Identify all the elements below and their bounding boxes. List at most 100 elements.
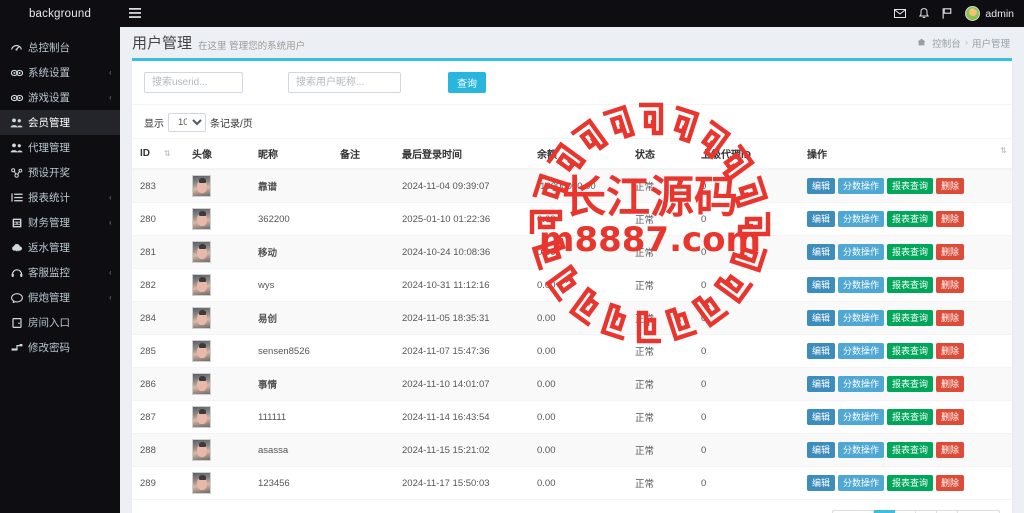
column-header-8[interactable]: 上级代理ID (693, 138, 799, 170)
cell-note (332, 466, 394, 499)
edit-button[interactable]: 编辑 (807, 177, 836, 195)
edit-button[interactable]: 编辑 (807, 243, 836, 261)
sort-icon[interactable]: ⇅ (164, 149, 171, 158)
bell-icon[interactable] (919, 8, 930, 19)
delete-button[interactable]: 删除 (936, 309, 965, 327)
score-button[interactable]: 分数操作 (838, 342, 885, 360)
score-button[interactable]: 分数操作 (838, 474, 885, 492)
cell-balance: 0.00 (529, 301, 627, 335)
score-button[interactable]: 分数操作 (838, 276, 885, 294)
page-length-select[interactable]: 102550100 (168, 113, 206, 132)
cell-status: 正常 (627, 168, 693, 203)
sidebar-item-1[interactable]: 总控制台 (0, 35, 120, 60)
mail-icon[interactable] (894, 9, 907, 18)
cell-nickname: 111111 (250, 400, 332, 434)
gamepad-icon (10, 92, 23, 104)
report-button[interactable]: 报表查询 (887, 474, 934, 492)
sidebar-item-12[interactable]: 房间入口 (0, 310, 120, 335)
edit-button[interactable]: 编辑 (807, 309, 836, 327)
score-button[interactable]: 分数操作 (838, 177, 885, 195)
delete-button[interactable]: 删除 (936, 276, 965, 294)
report-button[interactable]: 报表查询 (887, 375, 934, 393)
home-icon (917, 38, 926, 48)
breadcrumb-home[interactable]: 控制台 (932, 36, 961, 50)
sidebar-item-2[interactable]: 系统设置 ‹ (0, 60, 120, 85)
edit-button[interactable]: 编辑 (807, 276, 836, 294)
sidebar-item-3[interactable]: 游戏设置 ‹ (0, 85, 120, 110)
action-button-group: 编辑 分数操作 报表查询 删除 (807, 309, 1006, 327)
page-subtitle: 在这里 管理您的系统用户 (198, 40, 306, 52)
cell-parent-agent: 0 (693, 301, 799, 335)
column-header-label: 状态 (635, 150, 655, 161)
admin-dashboard: background 总控制台 系统设置 ‹ 游戏设置 ‹ 会员管理 代理管理 预设开奖 报表统… (0, 0, 1024, 513)
edit-button[interactable]: 编辑 (807, 474, 836, 492)
sidebar-item-7[interactable]: 报表统计 ‹ (0, 185, 120, 210)
cell-last-login: 2024-11-07 15:47:36 (394, 334, 529, 368)
column-header-3[interactable]: 昵称 (250, 138, 332, 170)
cell-balance: 0.00 (529, 202, 627, 236)
cell-note (332, 301, 394, 335)
sidebar-item-13[interactable]: 修改密码 (0, 335, 120, 360)
delete-button[interactable]: 删除 (936, 177, 965, 195)
delete-button[interactable]: 删除 (936, 243, 965, 261)
sidebar-item-5[interactable]: 代理管理 (0, 135, 120, 160)
report-button[interactable]: 报表查询 (887, 243, 934, 261)
delete-button[interactable]: 删除 (936, 342, 965, 360)
score-button[interactable]: 分数操作 (838, 441, 885, 459)
flag-icon[interactable] (942, 8, 952, 19)
report-button[interactable]: 报表查询 (887, 177, 934, 195)
search-nickname-input[interactable] (288, 72, 401, 93)
report-button[interactable]: 报表查询 (887, 441, 934, 459)
menu-toggle-icon[interactable] (129, 7, 141, 20)
column-header-9[interactable]: 操作 ⇅ (799, 138, 1012, 170)
edit-button[interactable]: 编辑 (807, 375, 836, 393)
user-menu[interactable]: admin (965, 6, 1014, 21)
edit-button[interactable]: 编辑 (807, 441, 836, 459)
sidebar-item-8[interactable]: 财务管理 ‹ (0, 210, 120, 235)
score-button[interactable]: 分数操作 (838, 375, 885, 393)
sidebar-item-6[interactable]: 预设开奖 (0, 160, 120, 185)
delete-button[interactable]: 删除 (936, 375, 965, 393)
table-row: 280 362200 2025-01-10 01:22:36 0.00 正常 0 编辑 分数操… (132, 202, 1012, 236)
report-button[interactable]: 报表查询 (887, 309, 934, 327)
query-button[interactable]: 查询 (448, 72, 486, 93)
sort-icon[interactable]: ⇅ (1000, 146, 1007, 155)
delete-button[interactable]: 删除 (936, 210, 965, 228)
score-button[interactable]: 分数操作 (838, 408, 885, 426)
cloud-icon (10, 242, 23, 254)
cell-nickname: wys (250, 268, 332, 302)
edit-button[interactable]: 编辑 (807, 342, 836, 360)
table-row: 289 123456 2024-11-17 15:50:03 0.00 正常 0 编辑 分数操… (132, 466, 1012, 499)
cell-avatar (184, 334, 250, 368)
sidebar-item-11[interactable]: 假炮管理 ‹ (0, 285, 120, 310)
report-button[interactable]: 报表查询 (887, 210, 934, 228)
column-header-2[interactable]: 头像 (184, 138, 250, 170)
score-button[interactable]: 分数操作 (838, 309, 885, 327)
column-header-6[interactable]: 余额 (529, 138, 627, 170)
score-button[interactable]: 分数操作 (838, 243, 885, 261)
report-button[interactable]: 报表查询 (887, 408, 934, 426)
breadcrumb-current: 用户管理 (971, 38, 1010, 50)
score-button[interactable]: 分数操作 (838, 210, 885, 228)
column-header-5[interactable]: 最后登录时间 (394, 138, 529, 170)
edit-button[interactable]: 编辑 (807, 408, 836, 426)
sidebar-item-label: 系统设置 (28, 67, 70, 79)
column-header-1[interactable]: ID ⇅ (132, 138, 184, 170)
cell-last-login: 2024-11-15 15:21:02 (394, 433, 529, 467)
sidebar-item-9[interactable]: 返水管理 (0, 235, 120, 260)
report-button[interactable]: 报表查询 (887, 342, 934, 360)
sidebar-item-10[interactable]: 客服监控 ‹ (0, 260, 120, 285)
sidebar-item-4[interactable]: 会员管理 (0, 110, 120, 135)
breadcrumb: 控制台 › 用户管理 (917, 36, 1010, 50)
search-userid-input[interactable] (144, 72, 243, 93)
cell-actions: 编辑 分数操作 报表查询 删除 (799, 367, 1012, 401)
column-header-4[interactable]: 备注 (332, 138, 394, 170)
edit-button[interactable]: 编辑 (807, 210, 836, 228)
delete-button[interactable]: 删除 (936, 474, 965, 492)
column-header-7[interactable]: 状态 (627, 138, 693, 170)
cell-avatar (184, 301, 250, 335)
delete-button[interactable]: 删除 (936, 441, 965, 459)
report-button[interactable]: 报表查询 (887, 276, 934, 294)
cell-status: 正常 (627, 367, 693, 401)
delete-button[interactable]: 删除 (936, 408, 965, 426)
